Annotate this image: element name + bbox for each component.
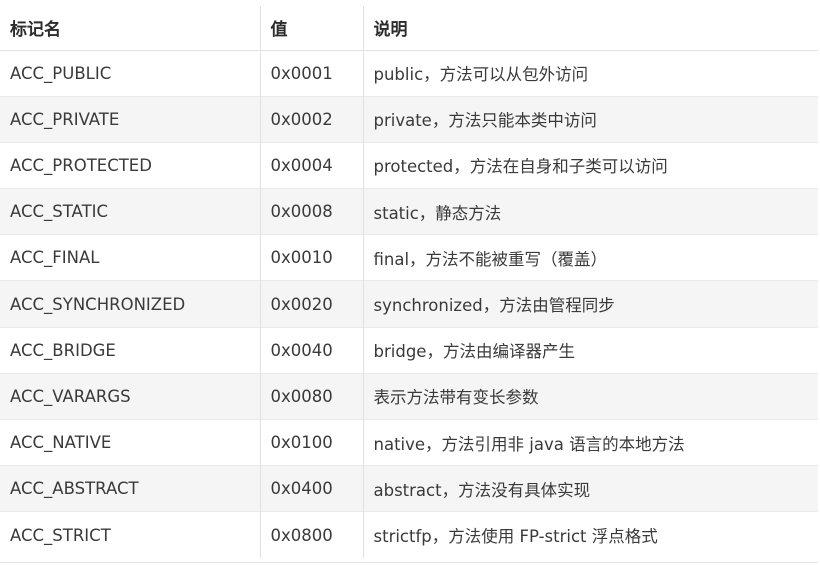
table-row: ACC_SYNCHRONIZED 0x0020 synchronized，方法由管程… (0, 280, 818, 328)
flag-description-cell: bridge，方法由编译器产生 (373, 342, 575, 362)
header-value: 值 (260, 6, 364, 50)
flag-description-cell: protected，方法在自身和子类可以访问 (373, 157, 668, 177)
header-description: 说明 (373, 20, 408, 41)
flag-value-cell: 0x0001 (260, 50, 364, 97)
table-row: ACC_BRIDGE 0x0040 bridge，方法由编译器产生 (0, 327, 818, 374)
flag-name-cell: ACC_BRIDGE (0, 327, 261, 374)
access-flags-table: 标记名 值 说明 ACC_PUBLIC 0x0001 public，方法可以从包外访… (0, 6, 818, 559)
flag-description-cell: private，方法只能本类中访问 (373, 111, 597, 131)
header-flag-name: 标记名 (0, 6, 261, 50)
flag-description-cell: native，方法引用非 java 语言的本地方法 (373, 434, 685, 454)
flag-name-cell: ACC_ABSTRACT (0, 465, 261, 512)
flag-value-cell: 0x0080 (260, 373, 364, 420)
table-row: ACC_VARARGS 0x0080 表示方法带有变长参数 (0, 373, 818, 420)
flag-name-cell: ACC_VARARGS (0, 373, 261, 420)
flag-description-cell: 表示方法带有变长参数 (373, 388, 539, 408)
flag-description-cell: final，方法不能被重写（覆盖） (373, 249, 608, 269)
table-row: ACC_PRIVATE 0x0002 private，方法只能本类中访问 (0, 96, 818, 143)
flag-description-cell: abstract，方法没有具体实现 (373, 480, 591, 500)
table-header-row: 标记名 值 说明 (0, 6, 818, 50)
table-row: ACC_FINAL 0x0010 final，方法不能被重写（覆盖） (0, 234, 818, 281)
flag-value-cell: 0x0008 (260, 188, 364, 235)
flag-description-cell: static，静态方法 (373, 203, 502, 223)
flag-name-cell: ACC_SYNCHRONIZED (0, 280, 261, 328)
flag-value-cell: 0x0100 (260, 419, 364, 466)
flag-name-cell: ACC_PROTECTED (0, 142, 261, 189)
table-row: ACC_STATIC 0x0008 static，静态方法 (0, 188, 818, 235)
flag-value-cell: 0x0040 (260, 327, 364, 374)
table-bottom-border (0, 562, 818, 563)
table-row: ACC_PROTECTED 0x0004 protected，方法在自身和子类可以访… (0, 142, 818, 189)
flag-name-cell: ACC_NATIVE (0, 419, 261, 466)
flag-name-cell: ACC_PRIVATE (0, 96, 261, 143)
flag-value-cell: 0x0002 (260, 96, 364, 143)
flag-value-cell: 0x0400 (260, 465, 364, 512)
flag-name-cell: ACC_STRICT (0, 511, 261, 559)
flag-value-cell: 0x0004 (260, 142, 364, 189)
table-row: ACC_NATIVE 0x0100 native，方法引用非 java 语言的本地方… (0, 419, 818, 466)
flag-description-cell: synchronized，方法由管程同步 (373, 296, 615, 316)
flag-description-cell: public，方法可以从包外访问 (373, 65, 589, 85)
flag-value-cell: 0x0010 (260, 234, 364, 281)
flag-description-cell: strictfp，方法使用 FP-strict 浮点格式 (373, 527, 658, 547)
table-row: ACC_PUBLIC 0x0001 public，方法可以从包外访问 (0, 50, 818, 97)
flag-value-cell: 0x0800 (260, 511, 364, 559)
flag-value-cell: 0x0020 (260, 280, 364, 328)
flag-name-cell: ACC_STATIC (0, 188, 261, 235)
flag-name-cell: ACC_PUBLIC (0, 50, 261, 97)
flag-name-cell: ACC_FINAL (0, 234, 261, 281)
table-body: ACC_PUBLIC 0x0001 public，方法可以从包外访问 ACC_PRIV… (0, 50, 818, 559)
table-row: ACC_STRICT 0x0800 strictfp，方法使用 FP-strict … (0, 511, 818, 559)
table-header: 标记名 值 说明 (0, 6, 818, 50)
table-row: ACC_ABSTRACT 0x0400 abstract，方法没有具体实现 (0, 465, 818, 512)
